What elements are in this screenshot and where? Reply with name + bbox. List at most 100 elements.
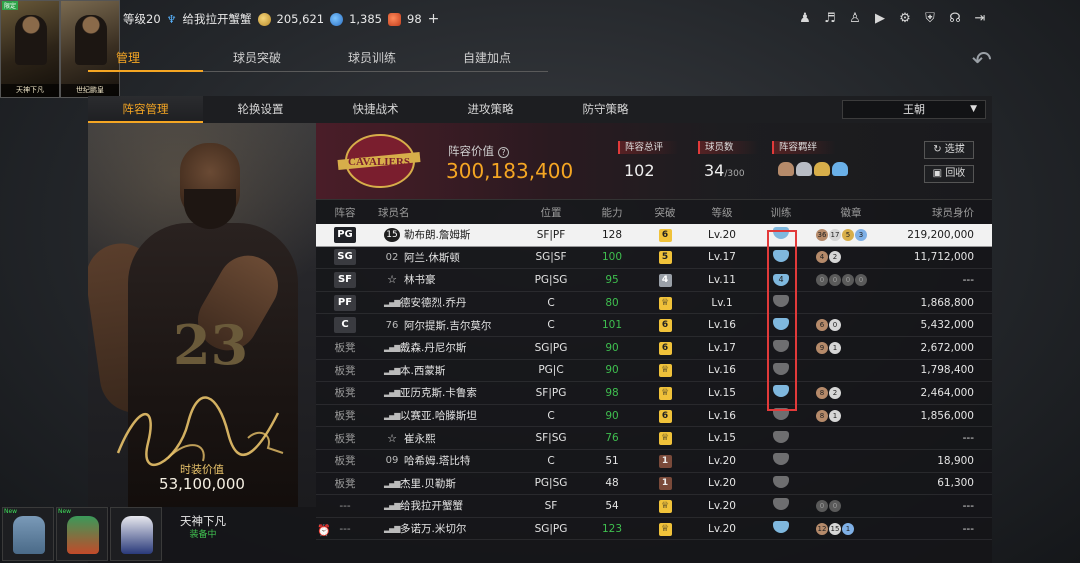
team-select[interactable]: 王朝 ▼ <box>842 100 986 119</box>
player-level: Lv.20 <box>708 499 736 512</box>
team-header: CAVALIERS 阵容价值? 300,183,400 阵容总评 102 球员数… <box>316 123 992 200</box>
shield-add-icon[interactable]: ⛨ <box>922 10 938 26</box>
bond-gold-icon <box>814 162 830 176</box>
table-row[interactable]: PF ▂▄▆ 德安德烈.乔丹 C 80 ♕ Lv.1 1,868,800 <box>316 292 992 315</box>
player-training[interactable] <box>752 317 810 333</box>
player-name: ▂▄▆ 杰里.贝勒斯 <box>384 477 456 490</box>
player-name: ☆ 崔永熙 <box>374 431 516 446</box>
player-position: PG|C <box>538 364 564 377</box>
player-position: C <box>547 409 555 422</box>
badge-icon: 1 <box>829 409 841 422</box>
player-training[interactable] <box>752 430 810 446</box>
table-row[interactable]: 板凳 ▂▄▆ 戴森.丹尼尔斯 SG|PG 90 6 Lv.17 9 1 2,672,000 <box>316 337 992 360</box>
outfit-slot-1[interactable]: New <box>2 507 54 561</box>
recycle-button[interactable]: ▣ 回收 <box>924 165 974 183</box>
badge-icon: 1 <box>829 341 841 354</box>
table-row[interactable]: 板凳 ▂▄▆ 以赛亚.哈滕斯坦 C 90 6 Lv.16 8 1 1,856,000 <box>316 405 992 428</box>
player-name: ▂▄▆ 亚历克斯.卡鲁索 <box>384 387 477 400</box>
table-row[interactable]: SF ☆ 林书豪 PG|SG 95 4 Lv.11 4 0 0 0 0 --- <box>316 269 992 292</box>
gear-icon[interactable]: ⚙ <box>897 10 913 26</box>
stat-overall: 阵容总评 102 <box>618 141 678 180</box>
player-name: ▂▄▆ 戴森.丹尼尔斯 <box>384 342 467 355</box>
player-level: Lv.20 <box>708 522 736 535</box>
tab-custom-points[interactable]: 自建加点 <box>433 44 548 72</box>
tab-player-training[interactable]: 球员训练 <box>318 44 433 72</box>
col-player-name: 球员名 <box>378 206 410 219</box>
table-row[interactable]: --- ▂▄▆ 给我拉开蟹蟹 SF 54 ♕ Lv.20 0 0 --- <box>316 495 992 518</box>
table-row[interactable]: C 76 阿尔提斯.吉尔莫尔 C 101 6 Lv.16 6 0 5,432,000 <box>316 314 992 337</box>
player-training[interactable] <box>752 362 810 378</box>
tab-quick-tactics[interactable]: 快捷战术 <box>318 96 433 123</box>
table-row[interactable]: 板凳 ▂▄▆ 杰里.贝勒斯 PG|SG 48 1 Lv.20 61,300 <box>316 473 992 496</box>
star-icon: ☆ <box>387 431 397 445</box>
player-training[interactable]: 4 <box>752 273 810 287</box>
select-button[interactable]: ↻ 选拔 <box>924 141 974 159</box>
alarm-icon[interactable]: ⏰ <box>317 524 331 537</box>
add-currency-button[interactable]: + <box>428 11 440 27</box>
breakthrough-badge: 6 <box>658 341 672 355</box>
table-row[interactable]: 板凳 ▂▄▆ 本.西蒙斯 PG|C 90 ♕ Lv.16 1,798,400 <box>316 360 992 383</box>
tab-defense-strategy[interactable]: 防守策略 <box>548 96 663 123</box>
video-icon[interactable]: ▶ <box>872 10 888 26</box>
player-training[interactable] <box>752 249 810 265</box>
user-icon[interactable]: ♟ <box>797 10 813 26</box>
player-level: Lv.1 <box>711 296 733 309</box>
outfit-slot-3[interactable] <box>110 507 162 561</box>
player-training[interactable] <box>752 227 810 242</box>
team-select-value: 王朝 <box>903 103 925 116</box>
table-row[interactable]: 板凳 ☆ 崔永熙 SF|SG 76 ♕ Lv.15 --- <box>316 427 992 450</box>
player-training[interactable] <box>752 498 810 513</box>
jersey-no: 02 <box>385 251 399 263</box>
help-icon[interactable]: ? <box>498 147 509 158</box>
bond-icons[interactable] <box>778 162 848 176</box>
exit-icon[interactable]: ⇥ <box>972 10 988 26</box>
new-tag: New <box>58 508 72 515</box>
headset-icon[interactable]: ☊ <box>947 10 963 26</box>
back-arrow-icon[interactable]: ↶ <box>972 46 992 74</box>
table-body: PG 15 勒布朗.詹姆斯 SF|PF 128 6 Lv.20 36 17 5 3 219,200,0… <box>316 224 992 541</box>
ticket-icon <box>330 12 344 26</box>
training-shield-icon <box>773 340 789 353</box>
player-breakthrough: ♕ <box>638 386 692 400</box>
table-row[interactable]: 板凳 09 哈希姆.塔比特 C 51 1 Lv.20 18,900 <box>316 450 992 473</box>
player-training[interactable] <box>752 385 810 400</box>
player-level: Lv.20 <box>708 454 736 467</box>
player-training[interactable] <box>752 475 810 491</box>
tab-lineup-management[interactable]: 阵容管理 <box>88 96 203 123</box>
training-shield-icon <box>773 317 789 330</box>
player-name: ☆ 林书豪 <box>374 272 516 287</box>
table-row[interactable]: --- ▂▄▆ 多诺万.米切尔 SG|PG 123 ♕ Lv.20 12 15 1 --- <box>316 518 992 541</box>
new-tag: New <box>4 508 18 515</box>
player-position: PG|SG <box>534 273 568 286</box>
training-shield-icon <box>773 453 789 466</box>
tab-manage[interactable]: 管理 <box>88 44 203 72</box>
player-position: SF|PG <box>535 386 567 399</box>
table-row[interactable]: SG 02 阿兰.休斯顿 SG|SF 100 5 Lv.17 4 2 11,712,000 <box>316 247 992 270</box>
badge-icon: 2 <box>829 386 841 399</box>
gold-coin-icon <box>257 12 271 26</box>
player-ability: 100 <box>601 251 623 264</box>
player-level: Lv.11 <box>708 273 736 286</box>
player-training[interactable] <box>752 408 810 423</box>
player-training[interactable] <box>752 453 810 468</box>
friends-icon[interactable]: ♙ <box>847 10 863 26</box>
player-training[interactable] <box>752 295 810 310</box>
player-name: ▂▄▆ 给我拉开蟹蟹 <box>384 500 463 513</box>
player-training[interactable] <box>752 340 810 355</box>
player-training[interactable] <box>752 521 810 536</box>
table-row[interactable]: 板凳 ▂▄▆ 亚历克斯.卡鲁索 SF|PG 98 ♕ Lv.15 8 2 2,464,000 <box>316 382 992 405</box>
bell-icon[interactable]: ♬ <box>822 10 838 26</box>
player-level: Lv.17 <box>708 341 736 354</box>
tab-player-breakthrough[interactable]: 球员突破 <box>203 44 318 72</box>
signal-icon: ▂▄▆ <box>384 343 400 353</box>
tab-rotation-settings[interactable]: 轮换设置 <box>203 96 318 123</box>
outfit-slot-2[interactable]: New <box>56 507 108 561</box>
badge-icon: 4 <box>816 251 828 264</box>
tab-offense-strategy[interactable]: 进攻策略 <box>433 96 548 123</box>
card-thumbnail-1[interactable]: 限定 天神下凡 <box>0 0 60 98</box>
player-salary: 61,300 <box>937 477 974 490</box>
crown-icon: ♕ <box>658 432 672 446</box>
refresh-icon: ↻ <box>933 144 942 155</box>
table-row[interactable]: PG 15 勒布朗.詹姆斯 SF|PF 128 6 Lv.20 36 17 5 3 219,200,0… <box>316 224 992 247</box>
player-level: Lv.20 <box>708 228 736 241</box>
